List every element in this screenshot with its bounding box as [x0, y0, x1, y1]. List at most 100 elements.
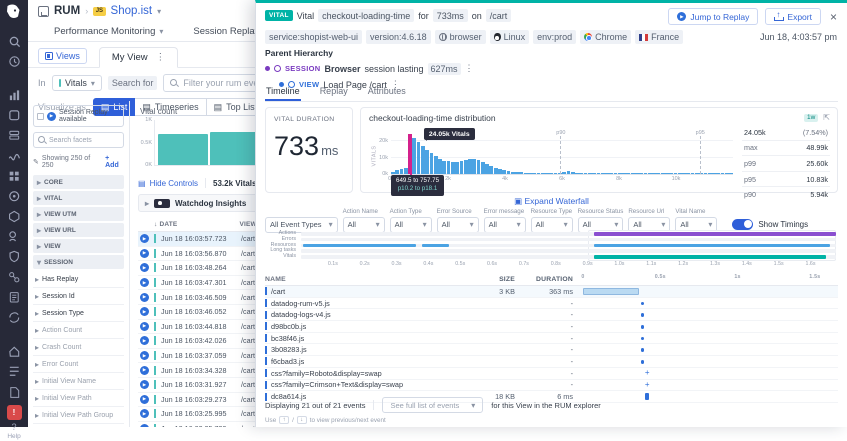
facet-item-initial-view-path[interactable]: ▸Initial View Path: [33, 390, 124, 407]
facet-item-initial-view-path-group[interactable]: ▸Initial View Path Group: [33, 407, 124, 424]
play-icon[interactable]: ▶: [140, 336, 149, 345]
histogram-bar[interactable]: [481, 162, 485, 174]
histogram-bar[interactable]: [605, 173, 609, 174]
tag-env-prod[interactable]: env:prod: [533, 30, 576, 44]
panel-tab-replay[interactable]: Replay: [319, 86, 349, 101]
views-button[interactable]: Views: [38, 48, 87, 64]
ci-icon[interactable]: [7, 310, 22, 325]
synthetics-icon[interactable]: [7, 209, 22, 224]
histogram-bar[interactable]: [592, 173, 596, 174]
histogram-bar[interactable]: [639, 173, 643, 174]
metrics-icon[interactable]: [7, 88, 22, 103]
resource-timing-dot[interactable]: [641, 302, 645, 306]
waterfall-resources-segment[interactable]: [594, 244, 830, 248]
distribution-histogram[interactable]: 0k10k20kVITALS0k2k4k6k8k10kp90p9524.05k …: [391, 132, 733, 175]
histogram-bar[interactable]: [515, 172, 519, 174]
histogram-bar[interactable]: [477, 160, 481, 174]
histogram-bar[interactable]: [455, 162, 459, 174]
play-icon[interactable]: ▶: [140, 278, 149, 287]
histogram-bar[interactable]: [464, 160, 468, 174]
jump-to-replay-button[interactable]: ▶Jump to Replay: [668, 8, 758, 25]
resource-timing-dot[interactable]: [641, 325, 645, 329]
vital-count-bar[interactable]: [210, 132, 260, 165]
tag-service-shopist-web-ui[interactable]: service:shopist-web-ui: [265, 30, 362, 44]
histogram-bar[interactable]: [652, 173, 656, 174]
resource-timing-marker[interactable]: +: [645, 369, 650, 377]
histogram-bar[interactable]: [404, 168, 408, 174]
waterfall-resources-segment[interactable]: [422, 244, 449, 248]
histogram-bar[interactable]: [584, 173, 588, 174]
histogram-bar[interactable]: [451, 162, 455, 174]
top-tab-performance-monitoring[interactable]: Performance Monitoring▾: [54, 26, 163, 37]
facet-group-vital[interactable]: ▸VITAL: [33, 191, 124, 205]
column-duration[interactable]: DURATION: [515, 276, 573, 283]
histogram-bar[interactable]: [549, 173, 553, 174]
histogram-bar[interactable]: [519, 172, 523, 174]
facet-group-view-url[interactable]: ▸VIEW URL: [33, 223, 124, 237]
chevron-down-icon[interactable]: ▾: [157, 7, 161, 16]
resource-row[interactable]: css?family=Crimson+Text&display=swap-+: [265, 380, 838, 392]
histogram-bar[interactable]: [695, 173, 699, 174]
recent-icon[interactable]: [7, 364, 22, 379]
resource-timing-marker[interactable]: +: [645, 381, 650, 389]
vital-view-chip[interactable]: /cart: [486, 9, 512, 22]
histogram-bar[interactable]: [631, 173, 635, 174]
play-icon[interactable]: ▶: [140, 409, 149, 418]
panel-tab-timeline[interactable]: Timeline: [265, 86, 301, 101]
facet-item-action-count[interactable]: ▸Action Count: [33, 322, 124, 339]
home-icon[interactable]: [7, 344, 22, 359]
tab-my-view[interactable]: My View⋮: [99, 47, 178, 68]
play-icon[interactable]: ▶: [140, 395, 149, 404]
waterfall-plot[interactable]: [301, 231, 836, 260]
histogram-bar[interactable]: [417, 142, 421, 174]
resource-timing-bar[interactable]: [583, 288, 639, 295]
histogram-bar[interactable]: [524, 173, 528, 174]
histogram-bar[interactable]: [665, 173, 669, 174]
edit-icon[interactable]: ✎: [33, 158, 39, 166]
column-date[interactable]: DATE: [159, 221, 239, 228]
tag-version-4-6-18[interactable]: version:4.6.18: [366, 30, 431, 44]
vital-count-bar[interactable]: [158, 134, 208, 165]
monitors-icon[interactable]: [7, 189, 22, 204]
checkbox-icon[interactable]: [37, 113, 44, 120]
histogram-bar[interactable]: [648, 173, 652, 174]
vital-duration-chip[interactable]: 733ms: [433, 9, 468, 22]
histogram-bar[interactable]: [729, 173, 733, 174]
play-icon[interactable]: ▶: [140, 322, 149, 331]
docs-icon[interactable]: [7, 385, 22, 400]
histogram-bar[interactable]: [691, 173, 695, 174]
resource-timing-dot[interactable]: [641, 360, 645, 364]
facet-item-initial-view-name[interactable]: ▸Initial View Name: [33, 373, 124, 390]
histogram-bar[interactable]: [575, 173, 579, 174]
search-icon[interactable]: [7, 34, 22, 49]
kebab-menu-icon[interactable]: ⋮: [465, 63, 474, 74]
column-size[interactable]: SIZE: [470, 276, 515, 283]
app-name-selector[interactable]: Shop.ist: [111, 5, 153, 17]
datadog-logo-icon[interactable]: [4, 3, 24, 23]
notebooks-icon[interactable]: [7, 290, 22, 305]
play-icon[interactable]: ▶: [140, 263, 149, 272]
facet-item-crash-count[interactable]: ▸Crash Count: [33, 339, 124, 356]
histogram-bar[interactable]: [721, 173, 725, 174]
histogram-bar[interactable]: [537, 173, 541, 174]
histogram-bar[interactable]: [528, 173, 532, 174]
tag-chrome[interactable]: Chrome: [580, 30, 631, 44]
histogram-bar[interactable]: [661, 173, 665, 174]
resource-row[interactable]: 3b08283.js-: [265, 344, 838, 356]
histogram-bar[interactable]: [708, 173, 712, 174]
tag-linux[interactable]: Linux: [490, 30, 530, 44]
histogram-bar[interactable]: [626, 173, 630, 174]
play-icon[interactable]: ▶: [140, 307, 149, 316]
histogram-bar[interactable]: [656, 173, 660, 174]
histogram-bar[interactable]: [588, 173, 592, 174]
scope-select[interactable]: Vitals▾: [52, 75, 102, 91]
rum-icon[interactable]: [7, 229, 22, 244]
histogram-bar[interactable]: [412, 138, 416, 174]
histogram-bar[interactable]: [601, 173, 605, 174]
resource-row[interactable]: datadog-logs-v4.js-: [265, 309, 838, 321]
play-icon[interactable]: ▶: [140, 293, 149, 302]
export-chart-icon[interactable]: ⇱: [823, 113, 830, 122]
histogram-bar[interactable]: [434, 156, 438, 174]
play-icon[interactable]: ▶: [140, 351, 149, 360]
histogram-bar[interactable]: [438, 159, 442, 174]
